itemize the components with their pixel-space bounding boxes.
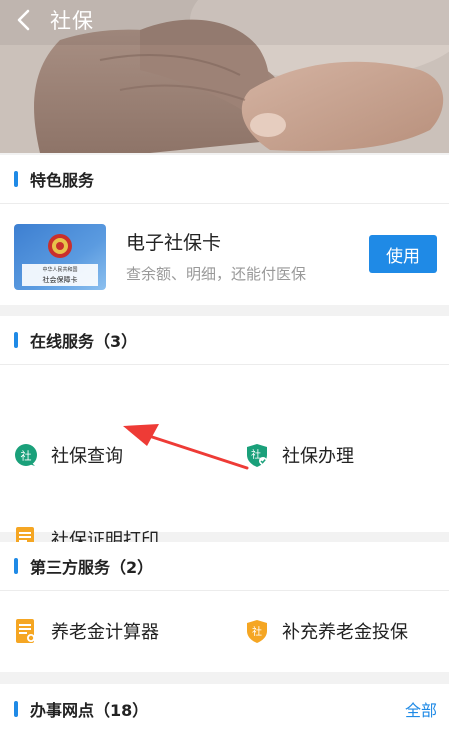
e-social-card-row[interactable]: 中华人民共和国 社会保障卡 电子社保卡 查余额、明细，还能付医保 使用 — [0, 204, 449, 307]
featured-services-card: 特色服务 中华人民共和国 社会保障卡 电子社保卡 查余额、明细，还能付医保 使用 — [0, 155, 449, 305]
service-label: 养老金计算器 — [51, 622, 159, 643]
offices-section-header: 办事网点（18） 全部 — [0, 684, 449, 733]
third-party-section-title: 第三方服务（2） — [30, 558, 154, 577]
e-card-subtitle: 查余额、明细，还能付医保 — [126, 265, 307, 283]
section-bar — [14, 171, 18, 187]
social-security-card-image: 中华人民共和国 社会保障卡 — [14, 224, 106, 290]
svg-text:社: 社 — [21, 449, 32, 463]
service-pension-calculator[interactable]: 养老金计算器 — [14, 611, 159, 651]
annotation-arrow — [123, 424, 249, 470]
use-button[interactable]: 使用 — [369, 235, 437, 273]
e-card-title: 电子社保卡 — [126, 232, 222, 254]
service-social-security-handle[interactable]: 社 社保办理 — [245, 435, 354, 475]
third-party-services-grid: 养老金计算器 社 补充养老金投保 — [0, 591, 449, 672]
social-security-query-icon: 社 — [15, 444, 37, 466]
service-label: 社保办理 — [282, 446, 354, 467]
featured-section-header: 特色服务 — [0, 155, 449, 204]
svg-text:社会保障卡: 社会保障卡 — [43, 275, 78, 284]
third-party-services-card: 第三方服务（2） 养老金计算器 社 补充养老金投保 — [0, 542, 449, 672]
service-supplementary-pension[interactable]: 社 补充养老金投保 — [245, 611, 408, 651]
pension-calculator-icon — [16, 619, 35, 643]
offices-card: 办事网点（18） 全部 — [0, 684, 449, 742]
section-bar — [14, 558, 18, 574]
third-party-section-header: 第三方服务（2） — [0, 542, 449, 591]
svg-text:中华人民共和国: 中华人民共和国 — [42, 266, 77, 273]
chevron-left-icon — [17, 9, 30, 31]
featured-section-title: 特色服务 — [30, 171, 95, 190]
service-label: 社保查询 — [51, 446, 123, 467]
back-button[interactable] — [0, 0, 46, 40]
service-social-security-query[interactable]: 社 社保查询 — [14, 435, 123, 475]
section-bar — [14, 332, 18, 348]
hero-banner: 社保 — [0, 0, 449, 153]
view-all-link[interactable]: 全部 — [405, 697, 437, 721]
service-label: 补充养老金投保 — [282, 622, 408, 643]
svg-text:社: 社 — [252, 625, 262, 638]
page-title: 社保 — [50, 9, 94, 33]
online-section-title: 在线服务（3） — [30, 332, 138, 351]
section-bar — [14, 700, 18, 717]
offices-section-title: 办事网点（18） — [30, 700, 149, 720]
online-section-header: 在线服务（3） — [0, 316, 449, 365]
supplementary-pension-icon: 社 — [247, 620, 267, 643]
top-bar: 社保 — [0, 0, 449, 40]
